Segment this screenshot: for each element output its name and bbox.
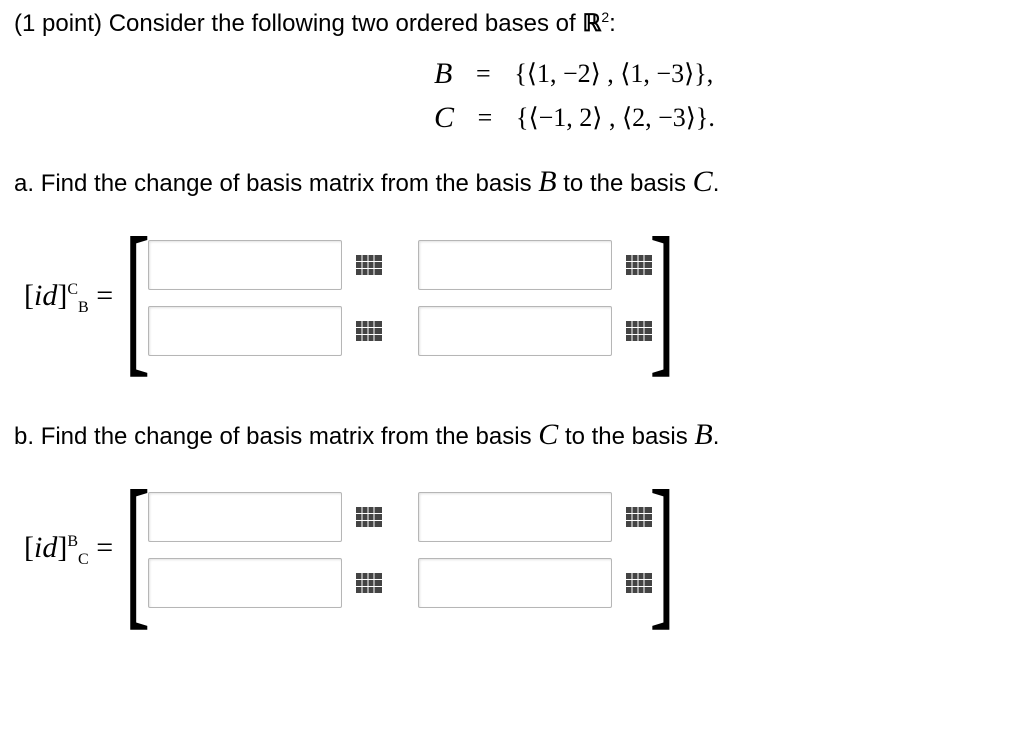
part-b-prompt: b. Find the change of basis matrix from … — [14, 414, 1010, 456]
intro-tail: : — [609, 10, 616, 37]
matrix-a-sup: C — [67, 281, 78, 298]
real-symbol: ℝ — [582, 11, 601, 37]
matrix-b-21-input[interactable] — [148, 558, 342, 608]
part-a-mid: to the basis — [557, 170, 693, 197]
part-b-text: Find the change of basis matrix from the… — [41, 423, 539, 450]
part-a-prompt: a. Find the change of basis matrix from … — [14, 161, 1010, 203]
matrix-b-sub: C — [78, 551, 89, 568]
matrix-b-lhs: [id]BC = — [24, 531, 113, 569]
matrix-b-grid — [148, 492, 652, 608]
matrix-a-22-input[interactable] — [418, 306, 612, 356]
basis-c-set: {⟨−1, 2⟩ , ⟨2, −3⟩}. — [516, 99, 715, 137]
part-a-prefix: a. — [14, 170, 34, 197]
right-bracket: ] — [649, 484, 674, 617]
part-b-to: B — [694, 418, 712, 451]
keyboard-icon[interactable] — [626, 573, 652, 593]
matrix-a-grid — [148, 240, 652, 356]
id-text: id — [34, 279, 57, 312]
intro-text: (1 point) Consider the following two ord… — [14, 10, 582, 37]
bracket-open: [ — [24, 531, 34, 564]
part-b-from: C — [538, 418, 558, 451]
id-text: id — [34, 531, 57, 564]
basis-c-name: C — [434, 96, 454, 140]
left-bracket: [ — [125, 231, 150, 364]
matrix-b-sup: B — [67, 533, 78, 550]
matrix-a-entry: [id]CB = [ ] — [24, 231, 1010, 364]
matrix-a-eq: = — [89, 279, 113, 312]
keyboard-icon[interactable] — [356, 507, 382, 527]
real-exponent: 2 — [601, 9, 609, 25]
part-a-tail: . — [713, 170, 720, 197]
part-b-mid: to the basis — [558, 423, 694, 450]
part-b-tail: . — [713, 423, 720, 450]
equals-sign: = — [452, 55, 514, 93]
right-bracket: ] — [649, 231, 674, 364]
basis-b-name: B — [434, 52, 452, 96]
bracket-open: [ — [24, 279, 34, 312]
keyboard-icon[interactable] — [626, 507, 652, 527]
matrix-a-12-input[interactable] — [418, 240, 612, 290]
part-b-prefix: b. — [14, 423, 34, 450]
problem-intro: (1 point) Consider the following two ord… — [14, 8, 1010, 40]
part-a-from: B — [538, 165, 556, 198]
part-a-to: C — [693, 165, 713, 198]
keyboard-icon[interactable] — [626, 321, 652, 341]
matrix-b-entry: [id]BC = [ ] — [24, 484, 1010, 617]
matrix-b-eq: = — [89, 531, 113, 564]
keyboard-icon[interactable] — [626, 255, 652, 275]
matrix-a-21-input[interactable] — [148, 306, 342, 356]
matrix-b-12-input[interactable] — [418, 492, 612, 542]
matrix-a-sub: B — [78, 299, 89, 316]
left-bracket: [ — [125, 484, 150, 617]
matrix-a-lhs: [id]CB = — [24, 279, 113, 317]
part-a-text: Find the change of basis matrix from the… — [41, 170, 539, 197]
bracket-close: ] — [57, 531, 67, 564]
matrix-a-11-input[interactable] — [148, 240, 342, 290]
keyboard-icon[interactable] — [356, 573, 382, 593]
bracket-close: ] — [57, 279, 67, 312]
equals-sign: = — [454, 99, 516, 137]
keyboard-icon[interactable] — [356, 255, 382, 275]
basis-definitions: B = {⟨1, −2⟩ , ⟨1, −3⟩}, C = {⟨−1, 2⟩ , … — [14, 52, 1010, 139]
matrix-b-22-input[interactable] — [418, 558, 612, 608]
keyboard-icon[interactable] — [356, 321, 382, 341]
basis-b-set: {⟨1, −2⟩ , ⟨1, −3⟩}, — [514, 55, 713, 93]
matrix-b-11-input[interactable] — [148, 492, 342, 542]
